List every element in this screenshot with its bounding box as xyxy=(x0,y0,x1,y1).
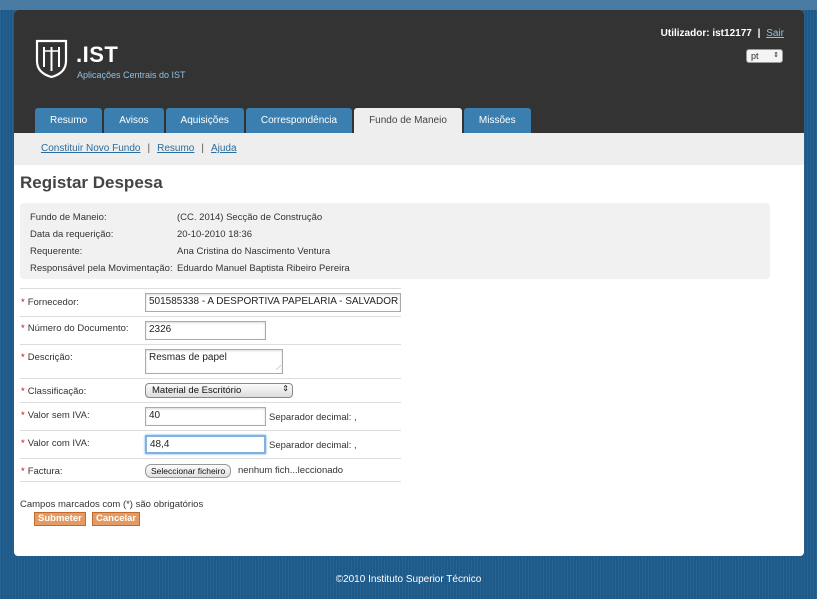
tab-correspondencia[interactable]: Correspondência xyxy=(245,108,353,133)
info-value: (CC. 2014) Secção de Construção xyxy=(177,212,323,223)
required-mark: * xyxy=(21,466,25,477)
select-arrows-icon: ⇕ xyxy=(282,384,289,393)
valor-sem-iva-label: * Valor sem IVA: xyxy=(21,410,90,421)
select-file-button[interactable]: Seleccionar ficheiro xyxy=(145,464,232,478)
form-row-descricao: * Descrição: Resmas de papel ⟋ xyxy=(20,344,401,378)
language-value: pt xyxy=(751,51,759,61)
required-mark: * xyxy=(21,438,25,449)
decimal-separator-hint: Separador decimal: , xyxy=(269,412,357,423)
tab-missoes[interactable]: Missões xyxy=(463,108,531,133)
info-value: Eduardo Manuel Baptista Ribeiro Pereira xyxy=(177,263,350,274)
classificacao-select[interactable]: Material de Escritório ⇕ xyxy=(145,383,293,398)
expense-form: * Fornecedor: 501585338 - A DESPORTIVA PA… xyxy=(20,288,401,482)
info-box: Fundo de Maneio: (CC. 2014) Secção de Co… xyxy=(20,203,770,279)
info-key: Requerente: xyxy=(30,246,83,257)
form-row-valor-com-iva: * Valor com IVA: 48,4 Separador decimal: … xyxy=(20,430,401,458)
fornecedor-field[interactable]: 501585338 - A DESPORTIVA PAPELARIA - SAL… xyxy=(145,293,401,312)
required-fields-note: Campos marcados com (*) são obrigatórios xyxy=(20,499,204,510)
select-arrows-icon: ⇕ xyxy=(773,52,779,59)
required-mark: * xyxy=(21,410,25,421)
user-label: Utilizador: ist12177 xyxy=(660,28,752,39)
main-tabs: Resumo Avisos Aquisições Correspondência… xyxy=(35,108,533,133)
required-mark: * xyxy=(21,323,25,334)
required-mark: * xyxy=(21,297,25,308)
language-select[interactable]: pt ⇕ xyxy=(746,49,783,63)
descricao-textarea[interactable]: Resmas de papel ⟋ xyxy=(145,349,283,374)
subnav-ajuda[interactable]: Ajuda xyxy=(211,143,237,154)
info-row: Data da requerição: 20-10-2010 18:36 xyxy=(30,226,770,243)
form-row-numero: * Número do Documento: 2326 xyxy=(20,316,401,344)
logout-link[interactable]: Sair xyxy=(766,28,784,39)
info-key: Fundo de Maneio: xyxy=(30,212,107,223)
submit-button[interactable]: Submeter xyxy=(34,512,86,526)
resize-grip-icon[interactable]: ⟋ xyxy=(276,365,281,372)
info-row: Fundo de Maneio: (CC. 2014) Secção de Co… xyxy=(30,209,770,226)
tab-aquisicoes[interactable]: Aquisições xyxy=(165,108,244,133)
form-row-classificacao: * Classificação: Material de Escritório ⇕ xyxy=(20,378,401,402)
form-row-valor-sem-iva: * Valor sem IVA: 40 Separador decimal: , xyxy=(20,402,401,430)
footer-copyright: ©2010 Instituto Superior Técnico xyxy=(335,574,482,585)
tab-resumo[interactable]: Resumo xyxy=(35,108,103,133)
descricao-value: Resmas de papel xyxy=(149,352,227,363)
classificacao-label: * Classificação: xyxy=(21,386,87,397)
sub-navigation: Constituir Novo Fundo | Resumo | Ajuda xyxy=(14,133,804,165)
descricao-label: * Descrição: xyxy=(21,352,73,363)
subnav-resumo[interactable]: Resumo xyxy=(157,143,194,154)
subnav-constituir-novo-fundo[interactable]: Constituir Novo Fundo xyxy=(41,143,141,154)
tab-fundo-de-maneio[interactable]: Fundo de Maneio xyxy=(354,108,462,133)
fornecedor-label: * Fornecedor: xyxy=(21,297,79,308)
header: .IST Aplicações Centrais do IST Utilizad… xyxy=(14,10,804,133)
numero-documento-field[interactable]: 2326 xyxy=(145,321,266,340)
page-title: Registar Despesa xyxy=(20,173,163,192)
factura-label: * Factura: xyxy=(21,466,63,477)
tab-avisos[interactable]: Avisos xyxy=(104,108,164,133)
brand-subtitle: Aplicações Centrais do IST xyxy=(77,70,186,80)
valor-sem-iva-field[interactable]: 40 xyxy=(145,407,266,426)
valor-com-iva-label: * Valor com IVA: xyxy=(21,438,90,449)
info-value: 20-10-2010 18:36 xyxy=(177,229,253,240)
valor-com-iva-field[interactable]: 48,4 xyxy=(145,435,266,454)
form-row-fornecedor: * Fornecedor: 501585338 - A DESPORTIVA PA… xyxy=(20,288,401,316)
user-separator: | xyxy=(757,28,761,39)
required-mark: * xyxy=(21,352,25,363)
info-key: Responsável pela Movimentação: xyxy=(30,263,173,274)
top-strip xyxy=(0,0,817,10)
info-key: Data da requerição: xyxy=(30,229,114,240)
cancel-button[interactable]: Cancelar xyxy=(92,512,141,526)
user-area: Utilizador: ist12177 | Sair xyxy=(661,28,784,39)
numero-label: * Número do Documento: xyxy=(21,323,129,334)
subnav-separator: | xyxy=(201,143,204,154)
form-row-factura: * Factura: Seleccionar ficheiro nenhum fi… xyxy=(20,458,401,482)
info-row: Requerente: Ana Cristina do Nascimento V… xyxy=(30,243,770,260)
info-row: Responsável pela Movimentação: Eduardo M… xyxy=(30,260,770,277)
decimal-separator-hint: Separador decimal: , xyxy=(269,440,357,451)
classificacao-value: Material de Escritório xyxy=(152,385,242,396)
info-value: Ana Cristina do Nascimento Ventura xyxy=(177,246,331,257)
required-mark: * xyxy=(21,386,25,397)
ist-logo-icon xyxy=(35,39,68,79)
subnav-separator: | xyxy=(147,143,151,154)
brand-title: .IST xyxy=(76,42,119,67)
file-status: nenhum fich...leccionado xyxy=(238,465,344,476)
